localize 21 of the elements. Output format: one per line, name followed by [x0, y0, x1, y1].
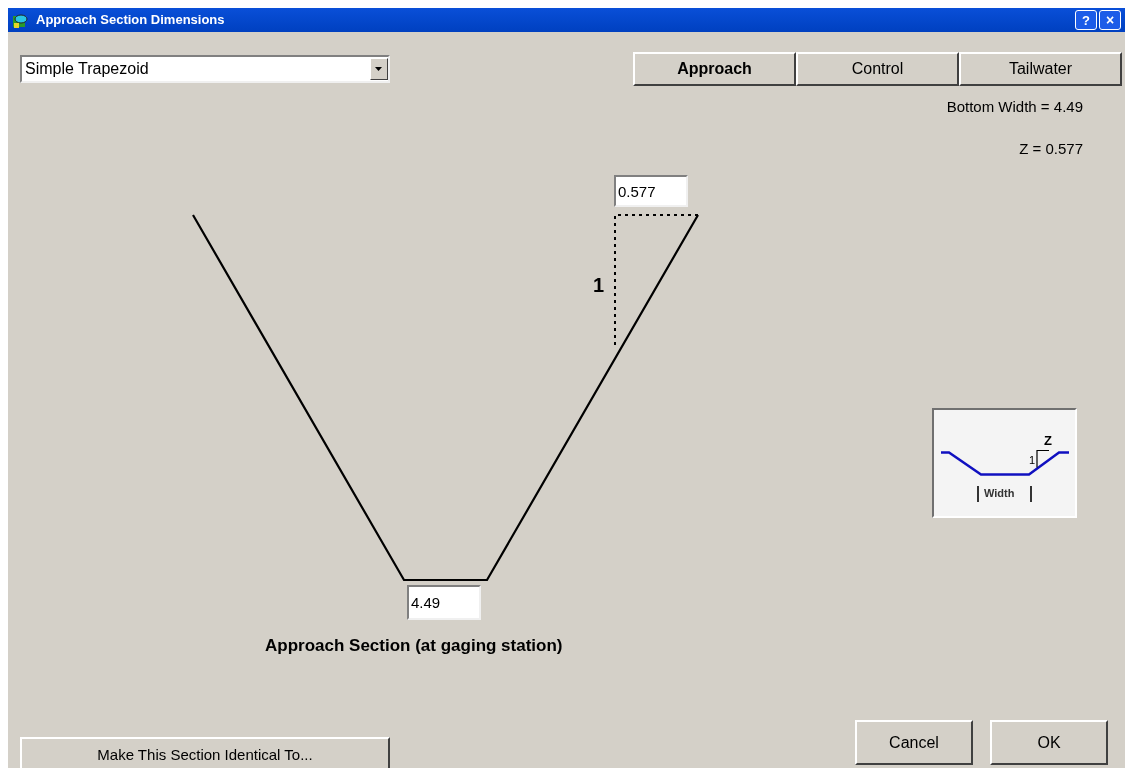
shape-dropdown[interactable]: Simple Trapezoid	[20, 55, 390, 83]
app-icon	[12, 11, 30, 29]
section-tab[interactable]: Approach	[633, 52, 796, 86]
section-tab[interactable]: Tailwater	[959, 52, 1122, 86]
width-input-field[interactable]: 4.49	[407, 585, 481, 620]
slope-input-field[interactable]: 0.577	[614, 175, 688, 207]
make-identical-button[interactable]: Make This Section Identical To...	[20, 737, 390, 768]
bottom-width-readout: Bottom Width = 4.49	[946, 97, 1083, 117]
section-tab[interactable]: Control	[796, 52, 959, 86]
z-readout: Z = 0.577	[1019, 138, 1083, 159]
rise-label: 1	[1029, 455, 1036, 466]
width-label: Width	[984, 488, 1015, 499]
section-caption: Approach Section (at gaging station)	[265, 635, 563, 657]
ok-button[interactable]: OK	[990, 720, 1108, 765]
z-label: Z	[1044, 434, 1052, 447]
rise-label: 1	[593, 273, 605, 298]
cancel-button[interactable]: Cancel	[855, 720, 973, 765]
help-button[interactable]: ?	[1075, 10, 1097, 30]
width-dimension-icon	[977, 486, 1032, 502]
close-button[interactable]: ×	[1099, 10, 1121, 30]
window-title: Approach Section Dimensions	[36, 11, 226, 30]
